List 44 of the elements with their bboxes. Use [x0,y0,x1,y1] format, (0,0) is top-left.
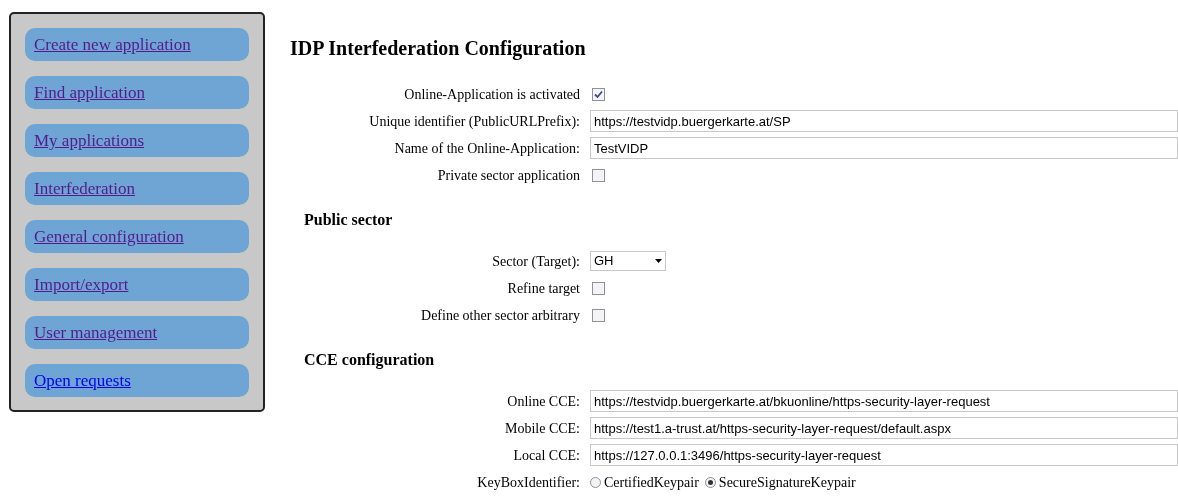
nav-link[interactable]: Interfederation [34,175,135,202]
field-label: Online CCE: [506,392,581,411]
field-label: Mobile CCE: [503,419,581,438]
nav-item[interactable]: Open requests [25,364,249,397]
text-field[interactable]: https://testvidp.buergerkarte.at/bkuonline/https-security-layer-request [590,390,1178,412]
field-label: Local CCE: [512,446,581,465]
text-field[interactable]: https://test1.a-trust.at/https-security-layer-request/default.aspx [590,417,1178,439]
nav-item[interactable]: Interfederation [25,172,249,205]
section-heading: CCE configuration [304,350,436,371]
page-title: IDP Interfederation Configuration [290,36,587,62]
section-heading: Public sector [304,210,394,230]
dropdown-arrow-icon [655,259,662,263]
nav-item[interactable]: My applications [25,124,249,157]
sector-dropdown[interactable]: GH [590,251,666,271]
field-label: Define other sector arbitrary [420,306,581,325]
field-label: KeyBoxIdentifier: [476,473,581,492]
field-label: Online-Application is activated [403,85,581,104]
nav-item[interactable]: Find application [25,76,249,109]
field-label: Private sector application [436,166,581,185]
nav-item[interactable]: Create new application [25,28,249,61]
nav-link[interactable]: Find application [34,79,145,106]
text-field[interactable]: https://testvidp.buergerkarte.at/SP [590,110,1178,132]
nav-item[interactable]: General configuration [25,220,249,253]
nav-link[interactable]: My applications [34,127,144,154]
text-field[interactable]: TestVIDP [590,137,1178,159]
nav-link[interactable]: User management [34,319,158,346]
radio-option[interactable]: SecureSignatureKeypair [704,471,856,493]
checkbox[interactable] [592,308,605,322]
nav-link[interactable]: General configuration [34,223,184,250]
nav-link[interactable]: Open requests [34,367,131,394]
nav-link[interactable]: Import/export [34,271,129,298]
checkmark-icon [594,89,603,99]
checkbox[interactable] [592,168,605,182]
field-label: Unique identifier (PublicURLPrefix): [368,112,581,131]
field-label: Refine target [506,279,581,298]
nav-item[interactable]: Import/export [25,268,249,301]
field-label: Name of the Online-Application: [393,139,581,158]
nav-item[interactable]: User management [25,316,249,349]
field-label: Sector (Target): [491,252,581,271]
radio-option[interactable]: CertifiedKeypair [590,471,699,493]
checkbox[interactable] [592,281,605,295]
text-field[interactable]: https://127.0.0.1:3496/https-security-layer-request [590,444,1178,466]
nav-link[interactable]: Create new application [34,31,191,58]
checkbox[interactable] [592,87,605,101]
